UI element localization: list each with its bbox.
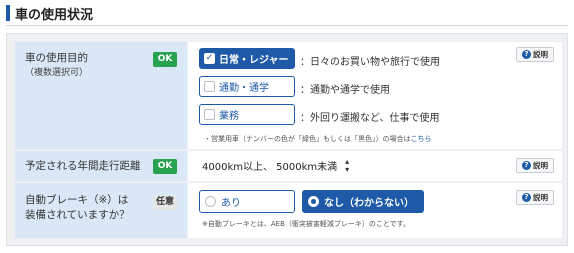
brake-value-cell: あり なし（わからない） ※自動ブレーキとは、AEB（衝突被害軽減ブレーキ）のこ… — [187, 183, 562, 238]
section-header: 車の使用状況 — [6, 4, 94, 23]
option-commute-desc: ：通勤や通学で使用 — [300, 85, 390, 96]
usage-label: 車の使用目的 （複数選択可） — [25, 51, 88, 81]
usage-ok-badge: OK — [153, 52, 177, 67]
distance-help-button[interactable]: ? 説明 — [516, 158, 554, 173]
brake-option-yes[interactable]: あり — [199, 190, 295, 213]
usage-label-sub: （複数選択可） — [25, 68, 89, 78]
usage-label-cell: 車の使用目的 （複数選択可） OK — [15, 42, 187, 149]
distance-value-cell: 4000km以上、 5000km未満 ▴ ▾ ? 説明 — [187, 151, 562, 181]
option-commute-label: 通勤・通学 — [219, 83, 269, 94]
form-panel: 車の使用目的 （複数選択可） OK ✓ 日常・レジャー ：日々のお買い物や旅行で… — [6, 33, 568, 246]
brake-label-line1: 自動ブレーキ（※）は — [25, 194, 129, 206]
checkbox-unchecked[interactable] — [204, 109, 215, 120]
checkbox-unchecked[interactable] — [204, 81, 215, 92]
option-commute[interactable]: 通勤・通学 — [199, 76, 295, 97]
usage-value-cell: ✓ 日常・レジャー ：日々のお買い物や旅行で使用 通勤・通学 ：通勤や通学で使用… — [187, 42, 562, 149]
checkbox-checked[interactable]: ✓ — [204, 53, 215, 64]
distance-row: 予定される年間走行距離 OK 4000km以上、 5000km未満 ▴ ▾ ? 説… — [15, 151, 562, 181]
brake-label-cell: 自動ブレーキ（※）は 装備されていますか？ 任意 — [15, 183, 187, 238]
header-divider — [6, 25, 568, 26]
brake-label: 自動ブレーキ（※）は 装備されていますか？ — [25, 193, 130, 223]
option-daily-leisure[interactable]: ✓ 日常・レジャー — [199, 48, 295, 69]
radio-selected[interactable] — [308, 196, 319, 207]
distance-label-cell: 予定される年間走行距離 OK — [15, 151, 187, 181]
distance-label: 予定される年間走行距離 — [25, 160, 141, 172]
header-accent-bar — [6, 5, 10, 21]
usage-label-title: 車の使用目的 — [25, 52, 88, 64]
select-arrows-icon: ▴ ▾ — [345, 156, 350, 174]
brake-optional-badge: 任意 — [153, 195, 177, 210]
commercial-note-link[interactable]: こちら — [411, 135, 432, 143]
usage-help-button[interactable]: ? 説明 — [516, 47, 554, 62]
option-business-desc: ：外回り運搬など、仕事で使用 — [300, 113, 440, 124]
usage-help-label: 説明 — [533, 50, 548, 59]
brake-note: ※自動ブレーキとは、AEB（衝突被害軽減ブレーキ）のことです。 — [202, 220, 410, 228]
brake-label-line2: 装備されていますか？ — [25, 209, 130, 221]
distance-select-value: 4000km以上、 5000km未満 — [202, 162, 338, 173]
commercial-note: ・営業用車（ナンバーの色が「緑色」もしくは「黒色」）の場合はこちら — [204, 134, 432, 144]
option-business-label: 業務 — [219, 111, 239, 122]
brake-help-label: 説明 — [533, 193, 548, 202]
brake-option-yes-label: あり — [221, 198, 241, 209]
radio-unselected[interactable] — [205, 196, 216, 207]
brake-option-no-label: なし（わからない） — [324, 198, 414, 209]
distance-select[interactable]: 4000km以上、 5000km未満 ▴ ▾ — [202, 157, 362, 174]
distance-help-label: 説明 — [533, 161, 548, 170]
distance-ok-badge: OK — [153, 159, 177, 174]
radio-dot — [311, 199, 316, 204]
brake-help-button[interactable]: ? 説明 — [516, 190, 554, 205]
option-daily-leisure-desc: ：日々のお買い物や旅行で使用 — [300, 57, 440, 68]
usage-row: 車の使用目的 （複数選択可） OK ✓ 日常・レジャー ：日々のお買い物や旅行で… — [15, 42, 562, 149]
option-daily-leisure-label: 日常・レジャー — [219, 55, 289, 66]
brake-row: 自動ブレーキ（※）は 装備されていますか？ 任意 あり なし（わからない） ※自… — [15, 183, 562, 238]
commercial-note-text: ・営業用車（ナンバーの色が「緑色」もしくは「黒色」）の場合は — [204, 135, 411, 143]
question-icon: ? — [522, 161, 531, 170]
check-icon: ✓ — [205, 53, 214, 63]
option-business[interactable]: 業務 — [199, 104, 295, 125]
question-icon: ? — [522, 50, 531, 59]
question-icon: ? — [522, 193, 531, 202]
section-title: 車の使用状況 — [15, 7, 94, 23]
brake-option-no[interactable]: なし（わからない） — [302, 190, 424, 213]
